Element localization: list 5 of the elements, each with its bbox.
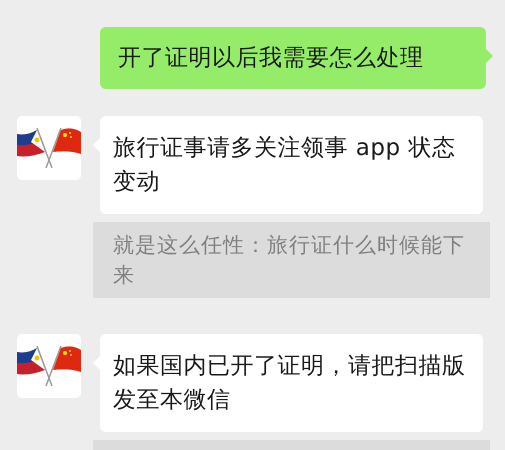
- quoted-message: 就是这么任性：旅行证什么时候能下来: [93, 222, 490, 298]
- message-bubble: 如果国内已开了证明，请把扫描版发至本微信: [100, 334, 483, 432]
- bubble-tail: [486, 49, 493, 63]
- message-bubble: 开了证明以后我需要怎么处理: [100, 27, 486, 89]
- message-bubble: 旅行证事请多关注领事 app 状态变动: [100, 116, 483, 214]
